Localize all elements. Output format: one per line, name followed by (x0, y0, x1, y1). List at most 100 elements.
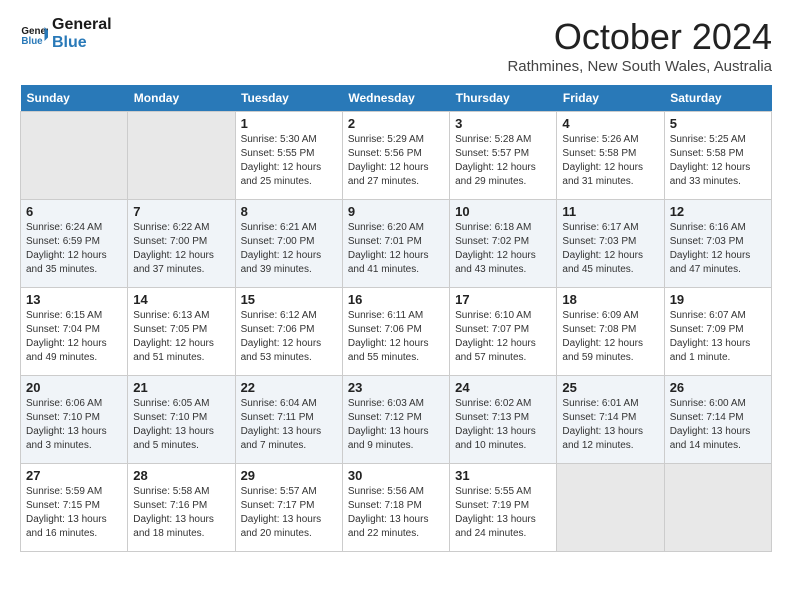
week-row-1: 1 Sunrise: 5:30 AMSunset: 5:55 PMDaylight… (21, 112, 772, 200)
day-number: 19 (670, 292, 766, 307)
cell-info: Sunrise: 5:25 AMSunset: 5:58 PMDaylight:… (670, 133, 766, 189)
cell-info: Sunrise: 6:20 AMSunset: 7:01 PMDaylight:… (348, 221, 444, 277)
day-number: 31 (455, 468, 551, 483)
calendar-cell: 27 Sunrise: 5:59 AMSunset: 7:15 PMDayligh… (21, 464, 128, 552)
title-section: October 2024 Rathmines, New South Wales,… (507, 16, 772, 75)
logo-general: General (52, 16, 112, 34)
svg-text:Blue: Blue (21, 35, 43, 46)
day-header-friday: Friday (557, 85, 664, 112)
logo: General Blue General Blue (20, 16, 112, 51)
day-number: 17 (455, 292, 551, 307)
cell-info: Sunrise: 5:30 AMSunset: 5:55 PMDaylight:… (241, 133, 337, 189)
cell-info: Sunrise: 6:07 AMSunset: 7:09 PMDaylight:… (670, 309, 766, 365)
calendar-cell: 19 Sunrise: 6:07 AMSunset: 7:09 PMDayligh… (664, 288, 771, 376)
calendar-table: SundayMondayTuesdayWednesdayThursdayFrid… (20, 85, 772, 552)
calendar-cell: 24Sunrise: 6:02 AMSunset: 7:13 PMDayligh… (450, 376, 557, 464)
day-number: 14 (133, 292, 229, 307)
calendar-cell: 2 Sunrise: 5:29 AMSunset: 5:56 PMDaylight… (342, 112, 449, 200)
day-number: 26 (670, 380, 766, 395)
day-number: 6 (26, 204, 122, 219)
cell-info: Sunrise: 6:10 AMSunset: 7:07 PMDaylight:… (455, 309, 551, 365)
day-number: 11 (562, 204, 658, 219)
calendar-cell: 1 Sunrise: 5:30 AMSunset: 5:55 PMDaylight… (235, 112, 342, 200)
cell-info: Sunrise: 6:03 AMSunset: 7:12 PMDaylight:… (348, 397, 444, 453)
day-header-monday: Monday (128, 85, 235, 112)
calendar-cell: 18Sunrise: 6:09 AMSunset: 7:08 PMDayligh… (557, 288, 664, 376)
location-title: Rathmines, New South Wales, Australia (507, 58, 772, 75)
calendar-cell: 9Sunrise: 6:20 AMSunset: 7:01 PMDaylight… (342, 200, 449, 288)
cell-info: Sunrise: 5:29 AMSunset: 5:56 PMDaylight:… (348, 133, 444, 189)
day-number: 25 (562, 380, 658, 395)
calendar-cell: 15Sunrise: 6:12 AMSunset: 7:06 PMDayligh… (235, 288, 342, 376)
calendar-cell: 8 Sunrise: 6:21 AMSunset: 7:00 PMDaylight… (235, 200, 342, 288)
day-number: 3 (455, 116, 551, 131)
cell-info: Sunrise: 6:16 AMSunset: 7:03 PMDaylight:… (670, 221, 766, 277)
calendar-cell: 22Sunrise: 6:04 AMSunset: 7:11 PMDayligh… (235, 376, 342, 464)
day-header-sunday: Sunday (21, 85, 128, 112)
cell-info: Sunrise: 6:21 AMSunset: 7:00 PMDaylight:… (241, 221, 337, 277)
calendar-cell: 31 Sunrise: 5:55 AMSunset: 7:19 PMDayligh… (450, 464, 557, 552)
day-number: 29 (241, 468, 337, 483)
calendar-cell (21, 112, 128, 200)
cell-info: Sunrise: 6:09 AMSunset: 7:08 PMDaylight:… (562, 309, 658, 365)
calendar-cell: 14 Sunrise: 6:13 AMSunset: 7:05 PMDayligh… (128, 288, 235, 376)
calendar-cell: 28Sunrise: 5:58 AMSunset: 7:16 PMDayligh… (128, 464, 235, 552)
calendar-cell (557, 464, 664, 552)
week-row-5: 27 Sunrise: 5:59 AMSunset: 7:15 PMDayligh… (21, 464, 772, 552)
calendar-cell: 20 Sunrise: 6:06 AMSunset: 7:10 PMDayligh… (21, 376, 128, 464)
day-number: 16 (348, 292, 444, 307)
calendar-cell: 26 Sunrise: 6:00 AMSunset: 7:14 PMDayligh… (664, 376, 771, 464)
cell-info: Sunrise: 5:26 AMSunset: 5:58 PMDaylight:… (562, 133, 658, 189)
logo-blue: Blue (52, 34, 112, 52)
cell-info: Sunrise: 5:55 AMSunset: 7:19 PMDaylight:… (455, 485, 551, 541)
cell-info: Sunrise: 6:18 AMSunset: 7:02 PMDaylight:… (455, 221, 551, 277)
calendar-cell: 30 Sunrise: 5:56 AMSunset: 7:18 PMDayligh… (342, 464, 449, 552)
cell-info: Sunrise: 5:56 AMSunset: 7:18 PMDaylight:… (348, 485, 444, 541)
cell-info: Sunrise: 6:13 AMSunset: 7:05 PMDaylight:… (133, 309, 229, 365)
day-number: 22 (241, 380, 337, 395)
week-row-2: 6 Sunrise: 6:24 AMSunset: 6:59 PMDaylight… (21, 200, 772, 288)
calendar-cell: 10 Sunrise: 6:18 AMSunset: 7:02 PMDayligh… (450, 200, 557, 288)
day-number: 21 (133, 380, 229, 395)
cell-info: Sunrise: 6:11 AMSunset: 7:06 PMDaylight:… (348, 309, 444, 365)
calendar-cell: 6 Sunrise: 6:24 AMSunset: 6:59 PMDaylight… (21, 200, 128, 288)
cell-info: Sunrise: 6:05 AMSunset: 7:10 PMDaylight:… (133, 397, 229, 453)
day-number: 7 (133, 204, 229, 219)
day-number: 23 (348, 380, 444, 395)
month-title: October 2024 (507, 16, 772, 58)
cell-info: Sunrise: 6:12 AMSunset: 7:06 PMDaylight:… (241, 309, 337, 365)
day-number: 30 (348, 468, 444, 483)
cell-info: Sunrise: 6:00 AMSunset: 7:14 PMDaylight:… (670, 397, 766, 453)
cell-info: Sunrise: 5:57 AMSunset: 7:17 PMDaylight:… (241, 485, 337, 541)
cell-info: Sunrise: 6:06 AMSunset: 7:10 PMDaylight:… (26, 397, 122, 453)
day-number: 12 (670, 204, 766, 219)
calendar-cell: 4 Sunrise: 5:26 AMSunset: 5:58 PMDaylight… (557, 112, 664, 200)
calendar-cell: 3 Sunrise: 5:28 AMSunset: 5:57 PMDaylight… (450, 112, 557, 200)
day-number: 27 (26, 468, 122, 483)
day-number: 20 (26, 380, 122, 395)
cell-info: Sunrise: 6:01 AMSunset: 7:14 PMDaylight:… (562, 397, 658, 453)
calendar-cell: 29 Sunrise: 5:57 AMSunset: 7:17 PMDayligh… (235, 464, 342, 552)
day-number: 10 (455, 204, 551, 219)
cell-info: Sunrise: 5:59 AMSunset: 7:15 PMDaylight:… (26, 485, 122, 541)
day-number: 24 (455, 380, 551, 395)
calendar-cell: 25 Sunrise: 6:01 AMSunset: 7:14 PMDayligh… (557, 376, 664, 464)
calendar-cell: 17 Sunrise: 6:10 AMSunset: 7:07 PMDayligh… (450, 288, 557, 376)
header-row: SundayMondayTuesdayWednesdayThursdayFrid… (21, 85, 772, 112)
day-number: 4 (562, 116, 658, 131)
day-number: 8 (241, 204, 337, 219)
calendar-cell: 21 Sunrise: 6:05 AMSunset: 7:10 PMDayligh… (128, 376, 235, 464)
day-number: 1 (241, 116, 337, 131)
week-row-4: 20 Sunrise: 6:06 AMSunset: 7:10 PMDayligh… (21, 376, 772, 464)
calendar-cell: 11Sunrise: 6:17 AMSunset: 7:03 PMDayligh… (557, 200, 664, 288)
day-header-tuesday: Tuesday (235, 85, 342, 112)
calendar-cell: 12 Sunrise: 6:16 AMSunset: 7:03 PMDayligh… (664, 200, 771, 288)
cell-info: Sunrise: 6:24 AMSunset: 6:59 PMDaylight:… (26, 221, 122, 277)
day-number: 2 (348, 116, 444, 131)
day-header-thursday: Thursday (450, 85, 557, 112)
day-number: 13 (26, 292, 122, 307)
day-number: 5 (670, 116, 766, 131)
calendar-cell: 5 Sunrise: 5:25 AMSunset: 5:58 PMDaylight… (664, 112, 771, 200)
calendar-cell (664, 464, 771, 552)
cell-info: Sunrise: 5:28 AMSunset: 5:57 PMDaylight:… (455, 133, 551, 189)
